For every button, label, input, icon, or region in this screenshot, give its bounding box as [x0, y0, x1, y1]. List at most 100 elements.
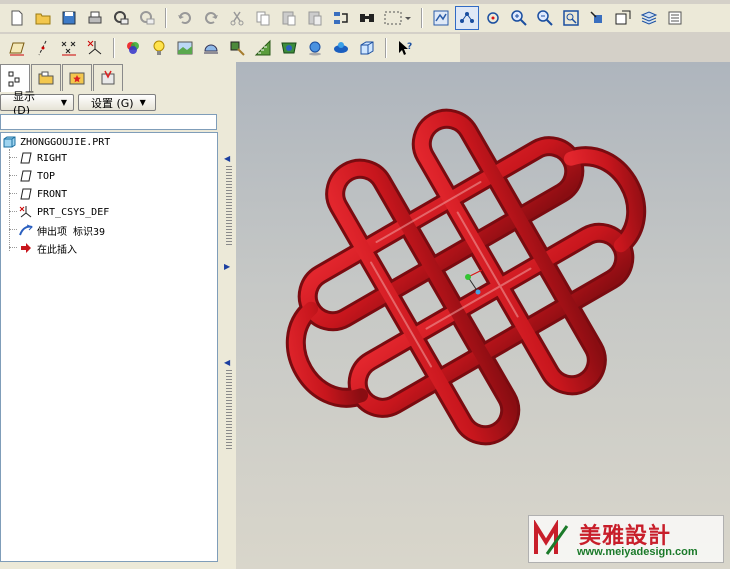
context-help-icon[interactable]: ?	[393, 36, 417, 60]
light-icon[interactable]	[147, 36, 171, 60]
coordinate-systems-icon[interactable]	[83, 36, 107, 60]
folder-browser-tab[interactable]	[31, 64, 61, 91]
model-sphere-icon[interactable]	[303, 36, 327, 60]
find-icon[interactable]	[355, 6, 379, 30]
watermark-url: www.meiyadesign.com	[577, 546, 698, 558]
toolbar-separator	[421, 8, 423, 28]
redo-icon[interactable]	[199, 6, 223, 30]
mail-attach-icon[interactable]	[135, 6, 159, 30]
paste-icon[interactable]	[277, 6, 301, 30]
environment-icon[interactable]	[173, 36, 197, 60]
model-tree: ZHONGGOUJIE.PRT RIGHT TOP FRONT PRT_CSYS…	[0, 132, 218, 562]
splitter-grip[interactable]	[226, 370, 232, 450]
watermark-logo: 美雅設計 www.meiyadesign.com	[528, 515, 724, 563]
model-display-icon[interactable]	[663, 6, 687, 30]
toolbar-separator	[113, 38, 115, 58]
send-mail-icon[interactable]	[109, 6, 133, 30]
panel-splitter[interactable]: ◀ ▶ ◀	[222, 62, 236, 569]
saved-views-icon[interactable]	[611, 6, 635, 30]
tree-root-label: ZHONGGOUJIE.PRT	[20, 136, 111, 148]
tree-item-insert-here[interactable]: 在此插入	[19, 240, 77, 256]
cut-icon[interactable]	[225, 6, 249, 30]
print-icon[interactable]	[83, 6, 107, 30]
tree-connector	[9, 229, 17, 230]
part-icon	[3, 136, 16, 148]
collapse-left-icon[interactable]: ◀	[224, 154, 232, 163]
primary-toolbar	[0, 4, 730, 32]
curve-analysis-icon[interactable]	[251, 36, 275, 60]
graphics-viewport[interactable]	[236, 62, 730, 569]
tree-item-label: TOP	[37, 170, 56, 182]
regenerate-icon[interactable]	[329, 6, 353, 30]
box-view-icon[interactable]	[355, 36, 379, 60]
meiya-logo-icon	[534, 520, 569, 555]
datum-points-icon[interactable]	[57, 36, 81, 60]
toolbar-separator	[385, 38, 387, 58]
sweep-feature-icon	[19, 224, 33, 236]
tree-connector	[9, 193, 17, 194]
tree-connector	[9, 149, 10, 251]
analysis-icon[interactable]	[225, 36, 249, 60]
tree-item-label: 在此插入	[37, 244, 77, 256]
refit-icon[interactable]	[559, 6, 583, 30]
datum-axes-icon[interactable]	[31, 36, 55, 60]
collapse-left-icon[interactable]: ◀	[224, 358, 232, 367]
svg-text:?: ?	[407, 42, 412, 52]
chevron-down-icon: ▼	[139, 98, 146, 107]
undo-icon[interactable]	[173, 6, 197, 30]
tree-item-sweep[interactable]: 伸出项 标识39	[19, 222, 105, 238]
zoom-in-icon[interactable]	[507, 6, 531, 30]
color-icon[interactable]	[329, 36, 353, 60]
settings-menu-label: 设置 (G)	[91, 96, 134, 110]
insert-here-arrow-icon	[21, 243, 31, 253]
repaint-icon[interactable]	[429, 6, 453, 30]
save-icon[interactable]	[57, 6, 81, 30]
connections-icon	[101, 70, 115, 85]
tree-item-right[interactable]: RIGHT	[19, 150, 67, 166]
csys-icon	[19, 206, 32, 218]
datum-plane-icon	[20, 188, 32, 200]
chinese-knot-model[interactable]	[236, 62, 730, 569]
tree-item-label: FRONT	[37, 188, 68, 200]
splitter-grip[interactable]	[226, 166, 232, 246]
navigator-panel: 显示 (D) ▼ 设置 (G) ▼ ZHONGGOUJIE.PRT RIGHT TO…	[0, 62, 222, 569]
open-folder-icon[interactable]	[31, 6, 55, 30]
tree-connector	[9, 247, 17, 248]
shade-icon[interactable]	[277, 36, 301, 60]
chevron-down-icon: ▼	[60, 98, 67, 107]
render-icon[interactable]	[199, 36, 223, 60]
favorites-icon	[69, 72, 85, 85]
tree-root-part[interactable]: ZHONGGOUJIE.PRT	[2, 134, 110, 150]
new-file-icon[interactable]	[5, 6, 29, 30]
selection-box-icon[interactable]	[381, 6, 415, 30]
appearance-icon[interactable]	[121, 36, 145, 60]
tree-connector	[9, 175, 17, 176]
tree-item-label: PRT_CSYS_DEF	[37, 206, 110, 218]
tree-item-front[interactable]: FRONT	[19, 186, 67, 202]
datum-plane-icon	[20, 152, 32, 164]
tree-item-top[interactable]: TOP	[19, 168, 55, 184]
copy-icon[interactable]	[251, 6, 275, 30]
reorient-icon[interactable]	[585, 6, 609, 30]
tree-menus: 显示 (D) ▼ 设置 (G) ▼	[0, 90, 156, 117]
orient-icon[interactable]	[481, 6, 505, 30]
tree-item-label: RIGHT	[37, 152, 68, 164]
tree-filter-input[interactable]	[0, 114, 217, 130]
display-menu-button[interactable]: 显示 (D) ▼	[0, 90, 74, 117]
layers-icon[interactable]	[637, 6, 661, 30]
tree-connector	[9, 211, 17, 212]
paste-special-icon[interactable]	[303, 6, 327, 30]
secondary-toolbar: ?	[0, 34, 460, 62]
spin-center-icon[interactable]	[455, 6, 479, 30]
tree-item-label: 伸出项 标识39	[37, 226, 106, 238]
toolbar-separator	[165, 8, 167, 28]
application-window: ? 显示 (D) ▼ 设置 (G) ▼ ZHONGGOUJIE.PRT RIGH…	[0, 0, 730, 569]
datum-planes-icon[interactable]	[5, 36, 29, 60]
connections-tab[interactable]	[93, 64, 123, 91]
settings-menu-button[interactable]: 设置 (G) ▼	[78, 94, 156, 111]
collapse-right-icon[interactable]: ▶	[224, 262, 232, 271]
favorites-tab[interactable]	[62, 64, 92, 91]
folder-icon	[38, 71, 54, 85]
tree-item-csys[interactable]: PRT_CSYS_DEF	[19, 204, 109, 220]
zoom-out-icon[interactable]	[533, 6, 557, 30]
